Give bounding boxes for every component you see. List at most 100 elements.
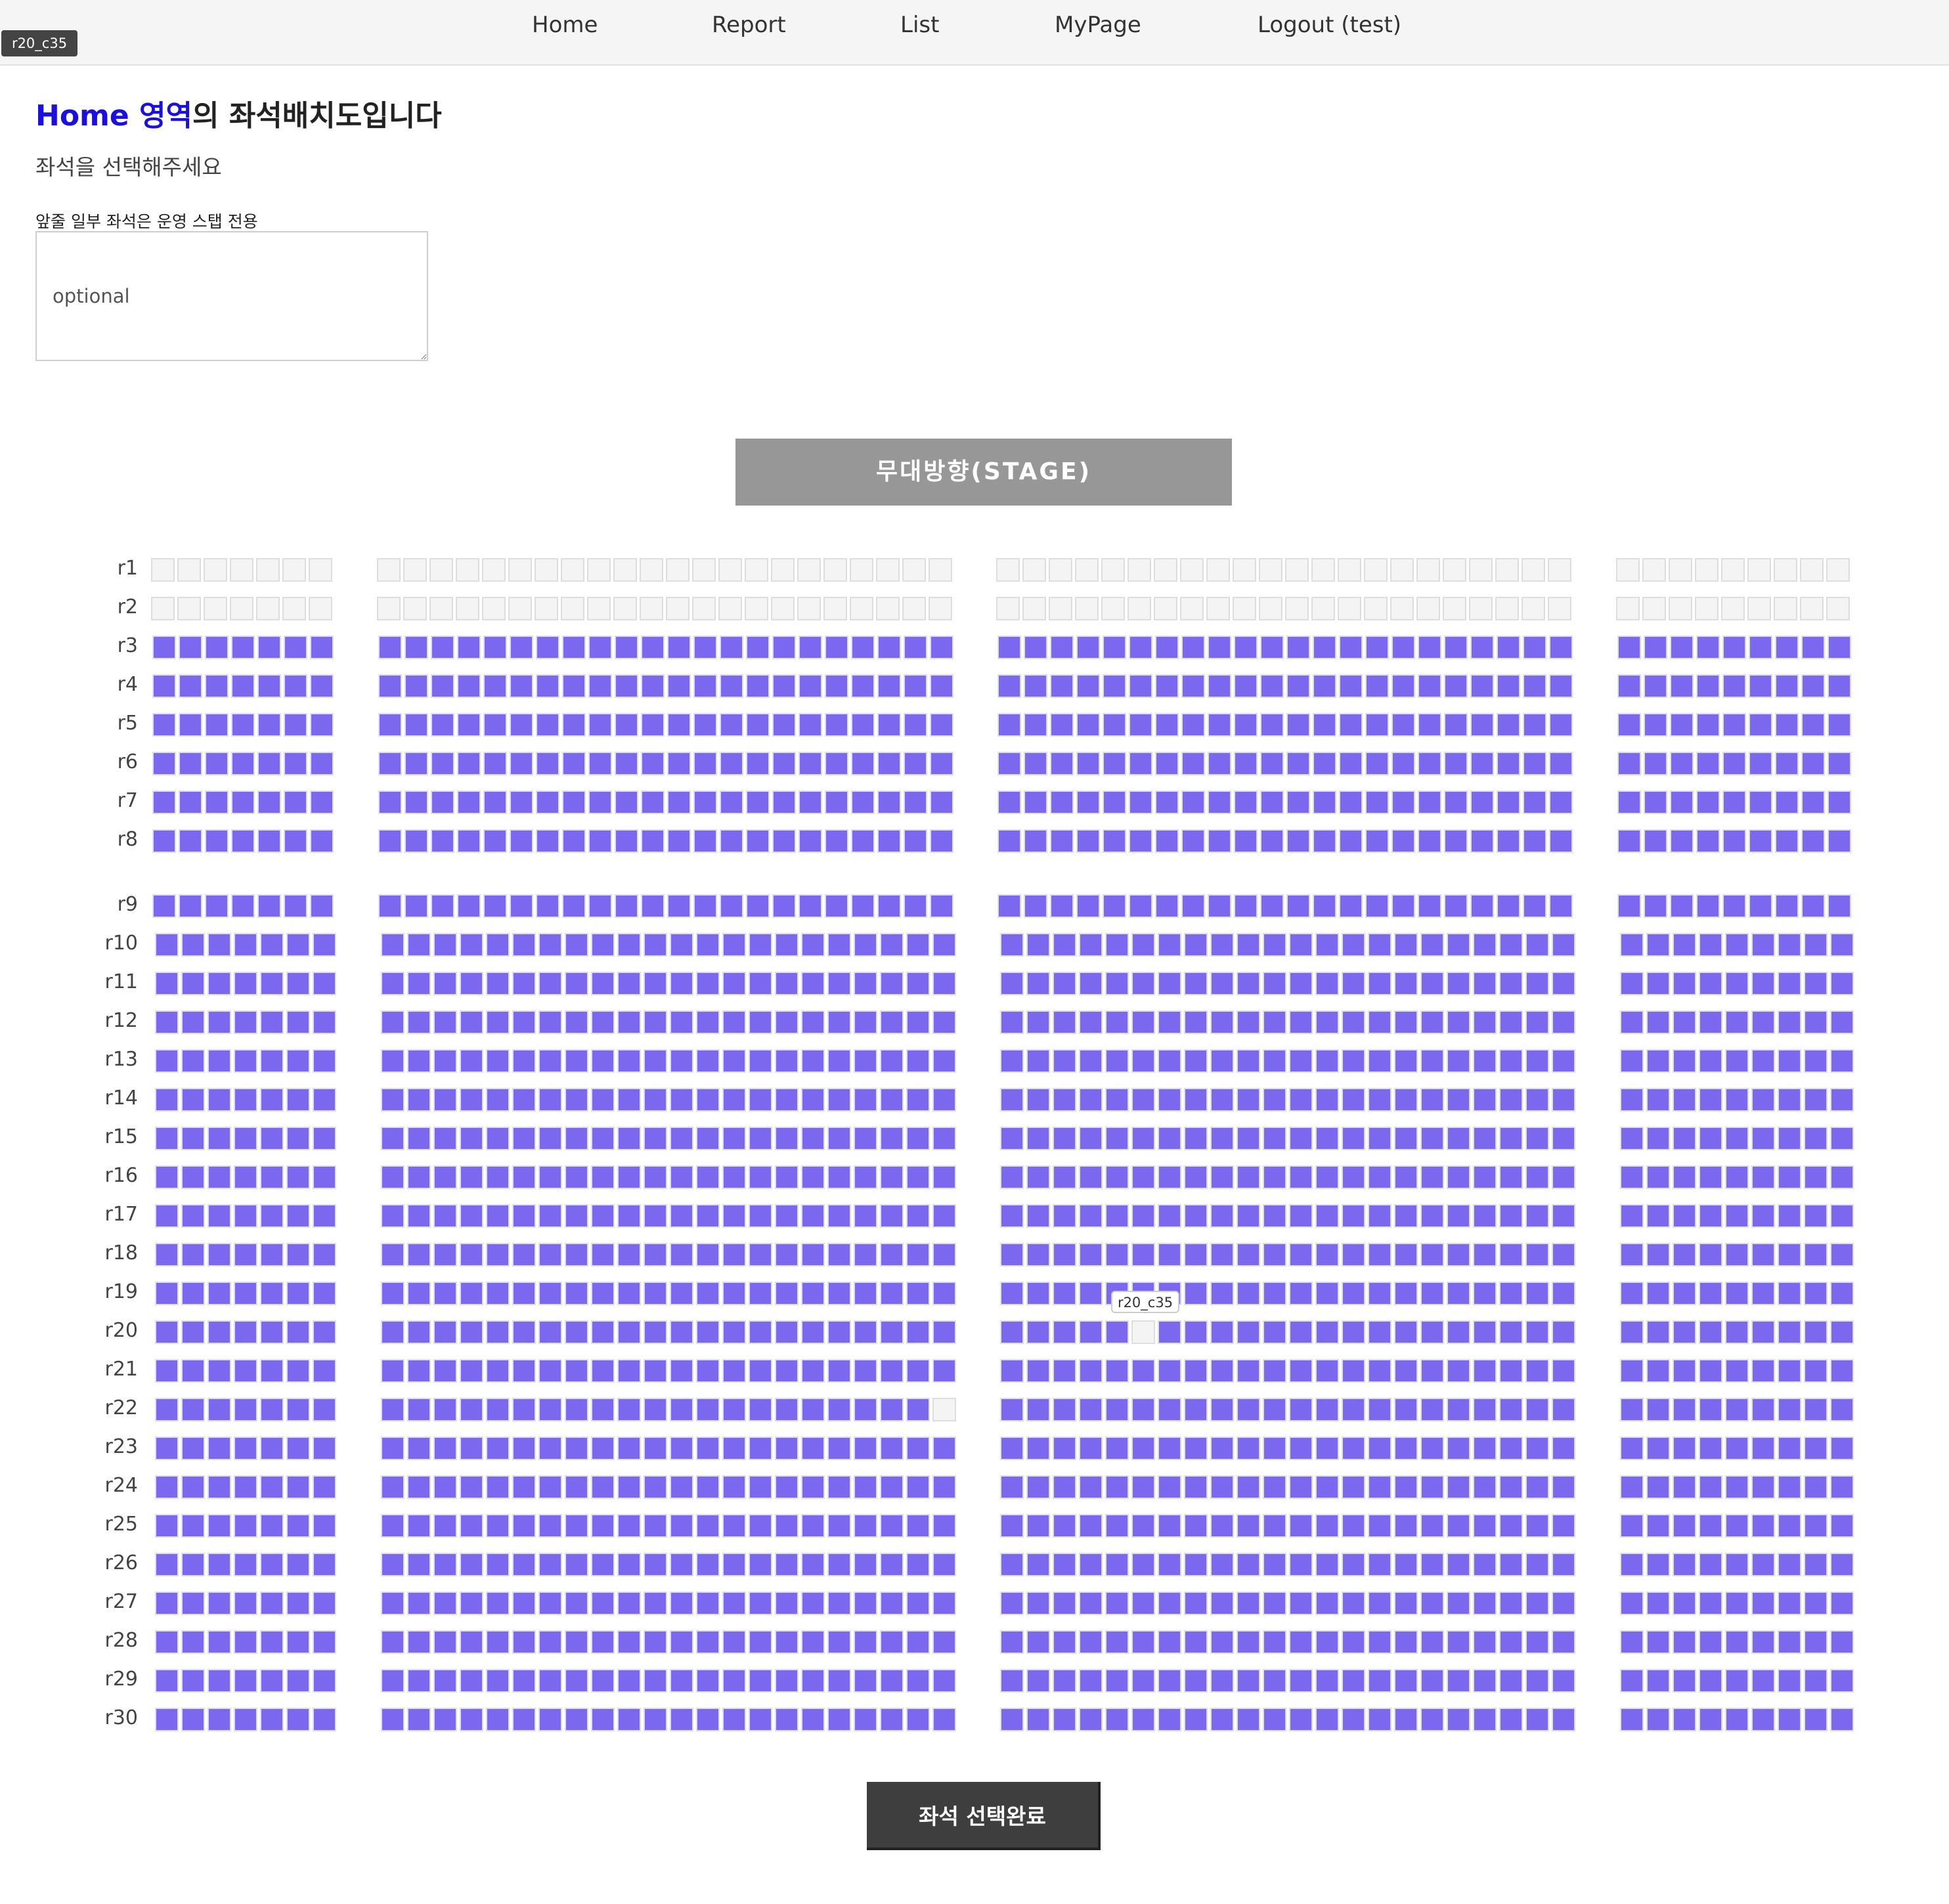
- seat-r29_c40[interactable]: [1263, 1669, 1286, 1693]
- seat-r21_c11[interactable]: [460, 1359, 483, 1383]
- seat-r12_c11[interactable]: [460, 1010, 483, 1034]
- seat-r18_c16[interactable]: [591, 1243, 615, 1266]
- seat-r30_c7[interactable]: [313, 1708, 336, 1731]
- seat-r27_c33[interactable]: [1079, 1591, 1103, 1615]
- seat-r26_c52[interactable]: [1620, 1553, 1644, 1576]
- seat-r24_c17[interactable]: [617, 1475, 641, 1499]
- seat-r22_c46[interactable]: [1420, 1398, 1444, 1421]
- seat-r27_c26[interactable]: [854, 1591, 877, 1615]
- seat-r3_c3[interactable]: [205, 636, 229, 659]
- seat-r6_c43[interactable]: [1339, 752, 1363, 775]
- seat-r4_c16[interactable]: [588, 674, 612, 698]
- seat-r23_c6[interactable]: [286, 1437, 310, 1460]
- seat-r21_c53[interactable]: [1646, 1359, 1670, 1383]
- seat-r11_c54[interactable]: [1673, 972, 1696, 995]
- seat-r15_c18[interactable]: [644, 1127, 667, 1150]
- seat-r30_c47[interactable]: [1447, 1708, 1470, 1731]
- seat-r7_c52[interactable]: [1617, 790, 1641, 814]
- seat-r11_c27[interactable]: [880, 972, 904, 995]
- seat-r19_c14[interactable]: [538, 1282, 562, 1305]
- seat-r16_c41[interactable]: [1289, 1165, 1313, 1189]
- seat-r18_c10[interactable]: [433, 1243, 457, 1266]
- seat-r26_c41[interactable]: [1289, 1553, 1313, 1576]
- seat-r16_c22[interactable]: [749, 1165, 772, 1189]
- seat-r12_c27[interactable]: [880, 1010, 904, 1034]
- seat-r15_c23[interactable]: [775, 1127, 799, 1150]
- seat-r5_c14[interactable]: [536, 713, 559, 737]
- seat-r22_c33[interactable]: [1079, 1398, 1103, 1421]
- seat-r22_c17[interactable]: [617, 1398, 641, 1421]
- seat-r2_c10[interactable]: [429, 597, 453, 620]
- seat-r8_c30[interactable]: [997, 829, 1021, 853]
- seat-r19_c30[interactable]: [1000, 1282, 1024, 1305]
- seat-r26_c30[interactable]: [1000, 1553, 1024, 1576]
- seat-r11_c14[interactable]: [538, 972, 562, 995]
- seat-r25_c7[interactable]: [313, 1514, 336, 1538]
- seat-r29_c12[interactable]: [486, 1669, 510, 1693]
- seat-r15_c53[interactable]: [1646, 1127, 1670, 1150]
- seat-r27_c59[interactable]: [1804, 1591, 1828, 1615]
- seat-r10_c7[interactable]: [313, 933, 336, 957]
- seat-r21_c56[interactable]: [1725, 1359, 1749, 1383]
- seat-r5_c7[interactable]: [310, 713, 334, 737]
- seat-r26_c48[interactable]: [1473, 1553, 1497, 1576]
- seat-r28_c48[interactable]: [1473, 1630, 1497, 1654]
- seat-r9_c11[interactable]: [457, 894, 481, 918]
- seat-r8_c32[interactable]: [1050, 829, 1074, 853]
- seat-r1_c53[interactable]: [1642, 558, 1666, 582]
- seat-r23_c52[interactable]: [1620, 1437, 1644, 1460]
- seat-r9_c4[interactable]: [231, 894, 255, 918]
- seat-r27_c20[interactable]: [696, 1591, 720, 1615]
- seat-r29_c7[interactable]: [313, 1669, 336, 1693]
- seat-r28_c13[interactable]: [512, 1630, 536, 1654]
- seat-r18_c6[interactable]: [286, 1243, 310, 1266]
- seat-r7_c16[interactable]: [588, 790, 612, 814]
- seat-r1_c21[interactable]: [718, 558, 742, 582]
- seat-r19_c8[interactable]: [381, 1282, 405, 1305]
- seat-r26_c18[interactable]: [644, 1553, 667, 1576]
- seat-r12_c23[interactable]: [775, 1010, 799, 1034]
- seat-r8_c51[interactable]: [1549, 829, 1573, 853]
- seat-r8_c52[interactable]: [1617, 829, 1641, 853]
- seat-r24_c47[interactable]: [1447, 1475, 1470, 1499]
- seat-r17_c16[interactable]: [591, 1204, 615, 1228]
- seat-r11_c8[interactable]: [381, 972, 405, 995]
- seat-r13_c11[interactable]: [460, 1049, 483, 1073]
- seat-r17_c48[interactable]: [1473, 1204, 1497, 1228]
- seat-r25_c21[interactable]: [722, 1514, 746, 1538]
- seat-r13_c60[interactable]: [1830, 1049, 1854, 1073]
- seat-r15_c14[interactable]: [538, 1127, 562, 1150]
- seat-r9_c40[interactable]: [1260, 894, 1284, 918]
- seat-r2_c39[interactable]: [1233, 597, 1256, 620]
- seat-r19_c10[interactable]: [433, 1282, 457, 1305]
- seat-r6_c31[interactable]: [1024, 752, 1047, 775]
- seat-r2_c21[interactable]: [718, 597, 742, 620]
- seat-r4_c10[interactable]: [431, 674, 454, 698]
- seat-r29_c4[interactable]: [234, 1669, 257, 1693]
- seat-r1_c54[interactable]: [1669, 558, 1692, 582]
- seat-r11_c30[interactable]: [1000, 972, 1024, 995]
- seat-r8_c5[interactable]: [257, 829, 281, 853]
- seat-r25_c33[interactable]: [1079, 1514, 1103, 1538]
- seat-r25_c8[interactable]: [381, 1514, 405, 1538]
- seat-r13_c40[interactable]: [1263, 1049, 1286, 1073]
- seat-r15_c10[interactable]: [433, 1127, 457, 1150]
- seat-r23_c37[interactable]: [1184, 1437, 1208, 1460]
- seat-r13_c3[interactable]: [208, 1049, 231, 1073]
- seat-r12_c29[interactable]: [932, 1010, 956, 1034]
- seat-r23_c31[interactable]: [1026, 1437, 1050, 1460]
- seat-r5_c27[interactable]: [877, 713, 901, 737]
- seat-r6_c12[interactable]: [483, 752, 507, 775]
- seat-r17_c31[interactable]: [1026, 1204, 1050, 1228]
- seat-r23_c59[interactable]: [1804, 1437, 1828, 1460]
- seat-r3_c56[interactable]: [1722, 636, 1746, 659]
- seat-r24_c13[interactable]: [512, 1475, 536, 1499]
- seat-r15_c46[interactable]: [1420, 1127, 1444, 1150]
- seat-r17_c33[interactable]: [1079, 1204, 1103, 1228]
- seat-r17_c5[interactable]: [260, 1204, 284, 1228]
- seat-r1_c16[interactable]: [587, 558, 611, 582]
- seat-r26_c21[interactable]: [722, 1553, 746, 1576]
- seat-r13_c25[interactable]: [827, 1049, 851, 1073]
- seat-r2_c32[interactable]: [1049, 597, 1072, 620]
- seat-r17_c27[interactable]: [880, 1204, 904, 1228]
